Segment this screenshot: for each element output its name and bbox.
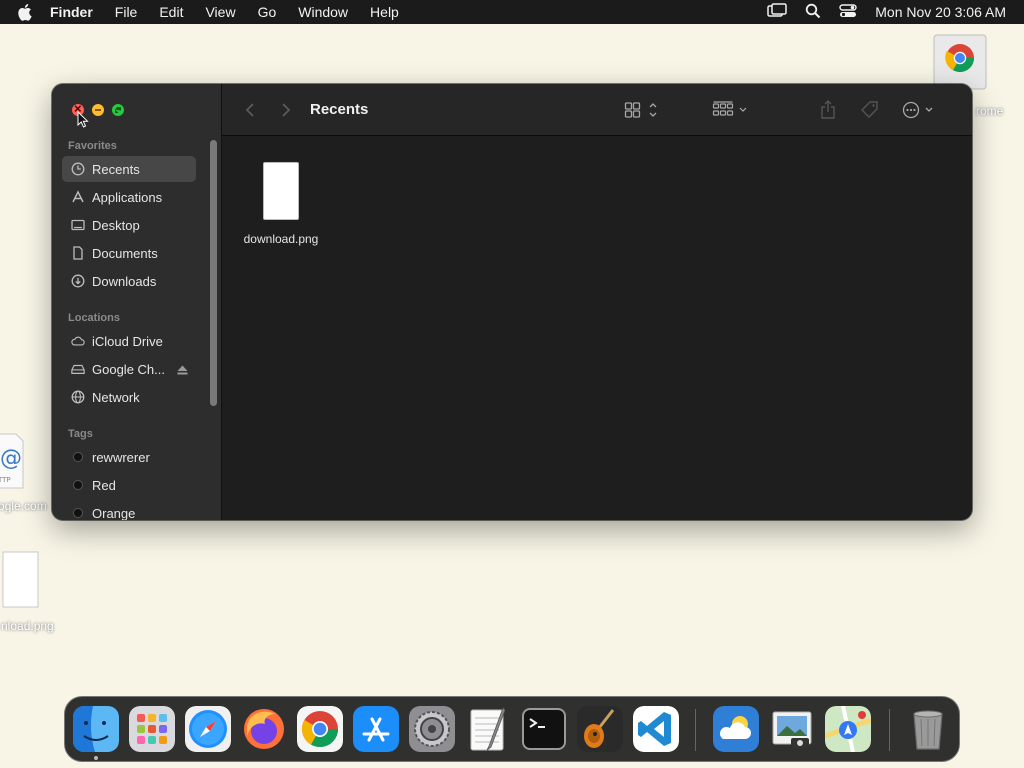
cloud-icon bbox=[71, 334, 85, 348]
png-file-icon[interactable] bbox=[0, 550, 40, 613]
dock-app-store-icon[interactable] bbox=[353, 706, 399, 752]
dock-terminal-icon[interactable] bbox=[521, 706, 567, 752]
dock-garageband-icon[interactable] bbox=[577, 706, 623, 752]
sidebar-item-label: Downloads bbox=[92, 273, 157, 289]
dock-firefox-icon[interactable] bbox=[241, 706, 287, 752]
sidebar-item-label: Network bbox=[92, 389, 140, 405]
apple-menu-icon[interactable] bbox=[16, 2, 36, 22]
menu-window[interactable]: Window bbox=[298, 4, 348, 20]
dock-textedit-icon[interactable] bbox=[465, 706, 511, 752]
sidebar-item-desktop[interactable]: Desktop bbox=[62, 212, 196, 238]
desktop-icon bbox=[71, 218, 85, 232]
control-center-icon[interactable] bbox=[839, 3, 857, 22]
dock-weather-icon[interactable] bbox=[713, 706, 759, 752]
svg-text:@: @ bbox=[0, 446, 22, 471]
finder-window: Favorites Recents Applications Desktop D… bbox=[52, 84, 972, 520]
desktop-label-chrome[interactable]: rome bbox=[976, 104, 1003, 118]
sidebar-tag-red[interactable]: Red bbox=[62, 472, 196, 498]
sidebar-item-label: Red bbox=[92, 477, 116, 493]
toolbar: Recents bbox=[222, 84, 972, 136]
dock-safari-icon[interactable] bbox=[185, 706, 231, 752]
dock-chrome-icon[interactable] bbox=[297, 706, 343, 752]
screen-mirroring-icon[interactable] bbox=[767, 2, 787, 22]
file-browser-content: download.png bbox=[222, 137, 972, 520]
share-icon[interactable] bbox=[820, 100, 836, 120]
tag-icon[interactable] bbox=[860, 100, 880, 120]
file-name: download.png bbox=[243, 232, 319, 246]
zoom-window-button[interactable] bbox=[112, 104, 124, 116]
tag-color-dot bbox=[73, 480, 83, 490]
sidebar-item-label: iCloud Drive bbox=[92, 333, 163, 349]
spotlight-search-icon[interactable] bbox=[805, 3, 821, 22]
applications-icon bbox=[71, 190, 85, 204]
dock-separator bbox=[889, 709, 890, 751]
dock-system-settings-icon[interactable] bbox=[409, 706, 455, 752]
sidebar-item-label: Recents bbox=[92, 161, 140, 177]
view-mode-button[interactable] bbox=[624, 100, 660, 120]
clock-icon bbox=[71, 162, 85, 176]
tag-color-dot bbox=[73, 452, 83, 462]
http-location-icon[interactable]: @ TTP bbox=[0, 432, 24, 495]
sidebar-item-label: Orange bbox=[92, 505, 136, 521]
dock-preview-icon[interactable] bbox=[769, 706, 815, 752]
menu-bar-clock[interactable]: Mon Nov 20 3:06 AM bbox=[875, 4, 1006, 20]
sidebar-item-label: Desktop bbox=[92, 217, 140, 233]
sidebar-item-icloud-drive[interactable]: iCloud Drive bbox=[62, 328, 196, 354]
menu-go[interactable]: Go bbox=[258, 4, 277, 20]
download-icon bbox=[71, 274, 85, 288]
eject-icon[interactable] bbox=[177, 363, 188, 378]
menu-bar: Finder File Edit View Go Window Help Mon… bbox=[0, 0, 1024, 24]
sidebar-heading-tags: Tags bbox=[68, 428, 93, 440]
file-item[interactable]: download.png bbox=[240, 162, 322, 246]
tag-color-dot bbox=[73, 508, 83, 518]
back-button[interactable] bbox=[244, 100, 256, 120]
sidebar-item-label: Applications bbox=[92, 189, 163, 205]
sidebar-item-label: Documents bbox=[92, 245, 158, 261]
globe-icon bbox=[71, 390, 85, 404]
dock-finder-icon[interactable] bbox=[73, 706, 119, 752]
dock-vscode-icon[interactable] bbox=[633, 706, 679, 752]
document-icon bbox=[71, 246, 85, 260]
menu-view[interactable]: View bbox=[205, 4, 235, 20]
group-by-button[interactable] bbox=[712, 100, 750, 120]
dock bbox=[64, 696, 960, 762]
mouse-cursor-icon bbox=[77, 110, 89, 133]
menu-edit[interactable]: Edit bbox=[159, 4, 183, 20]
sidebar-item-applications[interactable]: Applications bbox=[62, 184, 196, 210]
window-title: Recents bbox=[310, 101, 369, 118]
sidebar-heading-locations: Locations bbox=[68, 312, 120, 324]
sidebar-item-network[interactable]: Network bbox=[62, 384, 196, 410]
running-indicator bbox=[94, 756, 98, 760]
desktop-label-google[interactable]: ogle.com bbox=[0, 499, 47, 513]
sidebar-heading-favorites: Favorites bbox=[68, 140, 117, 152]
sidebar-item-label: Google Ch... bbox=[92, 361, 165, 377]
menu-file[interactable]: File bbox=[115, 4, 138, 20]
desktop-label-download[interactable]: nload.png bbox=[1, 619, 54, 633]
sidebar-item-google-chrome-disk[interactable]: Google Ch... bbox=[62, 356, 196, 382]
dock-separator bbox=[695, 709, 696, 751]
sidebar-scrollbar[interactable] bbox=[210, 140, 217, 406]
more-actions-button[interactable] bbox=[902, 100, 938, 120]
minimize-window-button[interactable] bbox=[92, 104, 104, 116]
sidebar-tag-rewwrerer[interactable]: rewwrerer bbox=[62, 444, 196, 470]
sidebar-item-label: rewwrerer bbox=[92, 449, 150, 465]
sidebar-tag-orange[interactable]: Orange bbox=[62, 500, 196, 520]
sidebar-item-documents[interactable]: Documents bbox=[62, 240, 196, 266]
png-file-icon bbox=[263, 162, 299, 220]
sidebar: Favorites Recents Applications Desktop D… bbox=[52, 84, 222, 520]
sidebar-item-recents[interactable]: Recents bbox=[62, 156, 196, 182]
dock-launchpad-icon[interactable] bbox=[129, 706, 175, 752]
menu-help[interactable]: Help bbox=[370, 4, 399, 20]
dock-trash-icon[interactable] bbox=[905, 706, 951, 752]
svg-text:TTP: TTP bbox=[0, 476, 11, 484]
menu-app-name[interactable]: Finder bbox=[50, 4, 93, 20]
forward-button[interactable] bbox=[280, 100, 292, 120]
disk-icon bbox=[71, 362, 85, 376]
dock-maps-icon[interactable] bbox=[825, 706, 871, 752]
sidebar-item-downloads[interactable]: Downloads bbox=[62, 268, 196, 294]
